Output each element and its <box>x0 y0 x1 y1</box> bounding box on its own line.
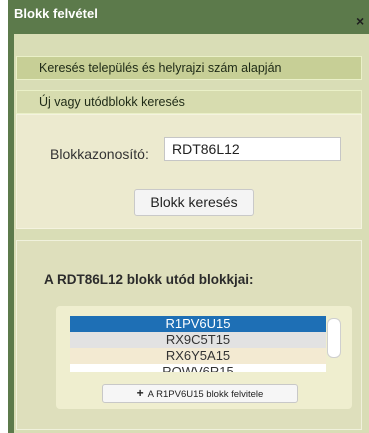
block-id-label: Blokkazonosító: <box>50 146 149 162</box>
dialog-titlebar: Blokk felvétel × <box>8 0 369 34</box>
dialog-title: Blokk felvétel <box>14 6 98 21</box>
dialog-content: Keresés település és helyrajzi szám alap… <box>14 34 369 433</box>
list-item[interactable]: RX9C5T15 <box>70 332 326 348</box>
successor-listbox[interactable]: R1PV6U15 RX9C5T15 RX6Y5A15 ROWV6R15 <box>70 316 326 372</box>
successor-heading: A RDT86L12 blokk utód blokkjai: <box>44 272 254 287</box>
list-item[interactable]: RX6Y5A15 <box>70 348 326 364</box>
list-item[interactable]: ROWV6R15 <box>70 364 326 372</box>
listbox-scrollbar[interactable] <box>327 318 341 358</box>
accordion-header-successor-search[interactable]: Új vagy utódblokk keresés <box>16 90 362 114</box>
block-id-input[interactable]: RDT86L12 <box>164 137 341 161</box>
add-block-button-label: A R1PV6U15 blokk felvitele <box>147 389 264 400</box>
block-add-dialog: Blokk felvétel × Keresés település és he… <box>8 0 369 433</box>
accordion-header-settlement-search[interactable]: Keresés település és helyrajzi szám alap… <box>16 56 362 80</box>
close-icon[interactable]: × <box>356 14 364 28</box>
list-item[interactable]: R1PV6U15 <box>70 316 326 332</box>
plus-icon: + <box>136 386 144 400</box>
add-block-button[interactable]: + A R1PV6U15 blokk felvitele <box>102 384 298 403</box>
block-search-button[interactable]: Blokk keresés <box>134 189 254 216</box>
